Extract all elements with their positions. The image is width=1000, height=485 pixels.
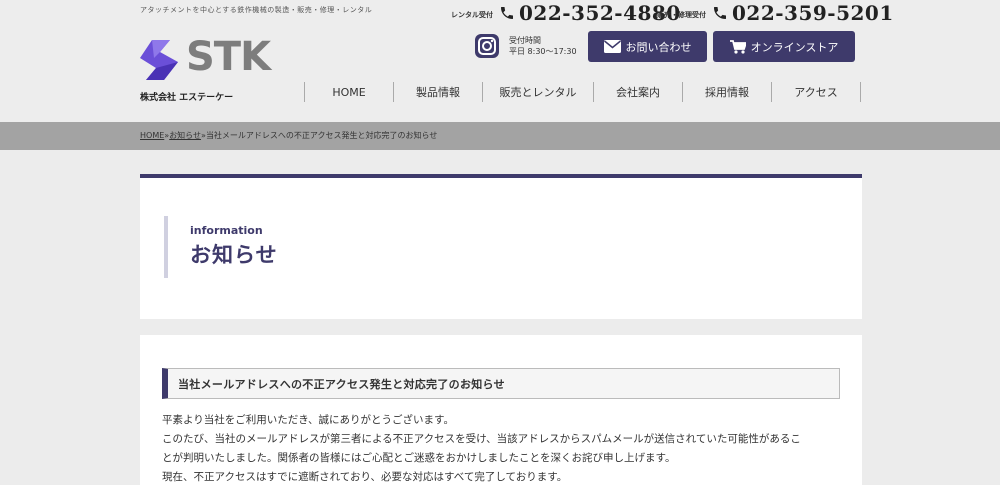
page-title-box: information お知らせ	[164, 216, 278, 278]
main-nav: HOME 製品情報 販売とレンタル 会社案内 採用情報 アクセス	[304, 82, 861, 102]
post-paragraph: このたび、当社のメールアドレスが第三者による不正アクセスを受け、当該アドレスから…	[162, 433, 801, 445]
breadcrumb-home[interactable]: HOME	[140, 131, 164, 140]
hours-value: 平日 8:30〜17:30	[509, 47, 577, 56]
cart-icon	[729, 39, 746, 54]
post-card: 当社メールアドレスへの不正アクセス発生と対応完了のお知らせ 平素より当社をご利用…	[140, 335, 862, 485]
contact-button[interactable]: お問い合わせ	[588, 31, 707, 62]
breadcrumb-section[interactable]: お知らせ	[169, 131, 201, 140]
phone-icon	[714, 7, 726, 19]
page-title-en: information	[190, 224, 263, 237]
nav-item-sales-rental[interactable]: 販売とレンタル	[482, 82, 593, 102]
breadcrumb-current: 当社メールアドレスへの不正アクセス発生と対応完了のお知らせ	[205, 131, 438, 140]
rental-phone[interactable]: レンタル受付 022-352-4880	[451, 1, 681, 25]
nav-item-company[interactable]: 会社案内	[593, 82, 682, 102]
hours-label: 受付時間	[509, 36, 541, 45]
breadcrumb-bar: HOME»お知らせ»当社メールアドレスへの不正アクセス発生と対応完了のお知らせ	[0, 122, 1000, 150]
mail-icon	[603, 40, 621, 53]
sales-phone-label: 販売・修理受付	[657, 11, 706, 19]
nav-item-recruit[interactable]: 採用情報	[682, 82, 771, 102]
online-store-button-label: オンラインストア	[750, 40, 839, 54]
online-store-button[interactable]: オンラインストア	[713, 31, 855, 62]
business-hours: 受付時間 平日 8:30〜17:30	[509, 35, 577, 57]
sales-phone[interactable]: 販売・修理受付 022-359-5201	[657, 1, 894, 25]
breadcrumb: HOME»お知らせ»当社メールアドレスへの不正アクセス発生と対応完了のお知らせ	[140, 130, 437, 141]
post-body: 平素より当社をご利用いただき、誠にありがとうございます。 このたび、当社のメール…	[162, 411, 842, 485]
logo-mark-icon	[140, 40, 178, 80]
post-paragraph: 平素より当社をご利用いただき、誠にありがとうございます。	[162, 414, 455, 426]
company-name: 株式会社 エステーケー	[140, 93, 234, 103]
logo-text: STK	[186, 34, 271, 80]
contact-button-label: お問い合わせ	[625, 40, 692, 54]
site-tagline: アタッチメントを中心とする鉄作機械の製造・販売・修理・レンタル	[140, 6, 373, 14]
rental-phone-label: レンタル受付	[451, 11, 493, 19]
nav-item-home[interactable]: HOME	[304, 82, 393, 102]
site-header: アタッチメントを中心とする鉄作機械の製造・販売・修理・レンタル レンタル受付 0…	[0, 0, 1000, 122]
instagram-icon[interactable]	[474, 33, 500, 59]
nav-item-access[interactable]: アクセス	[771, 82, 861, 102]
post-paragraph: 現在、不正アクセスはすでに遮断されており、必要な対応はすべて完了しております。	[162, 471, 568, 483]
nav-item-products[interactable]: 製品情報	[393, 82, 482, 102]
sales-phone-number: 022-359-5201	[732, 1, 894, 25]
site-logo[interactable]: STK 株式会社 エステーケー	[140, 34, 271, 103]
phone-icon	[501, 7, 513, 19]
post-title: 当社メールアドレスへの不正アクセス発生と対応完了のお知らせ	[162, 368, 840, 399]
page-title: お知らせ	[190, 243, 278, 267]
page-title-card: information お知らせ	[140, 174, 862, 319]
post-paragraph: とが判明いたしました。関係者の皆様にはご心配とご迷惑をおかけしましたことを深くお…	[162, 452, 676, 464]
